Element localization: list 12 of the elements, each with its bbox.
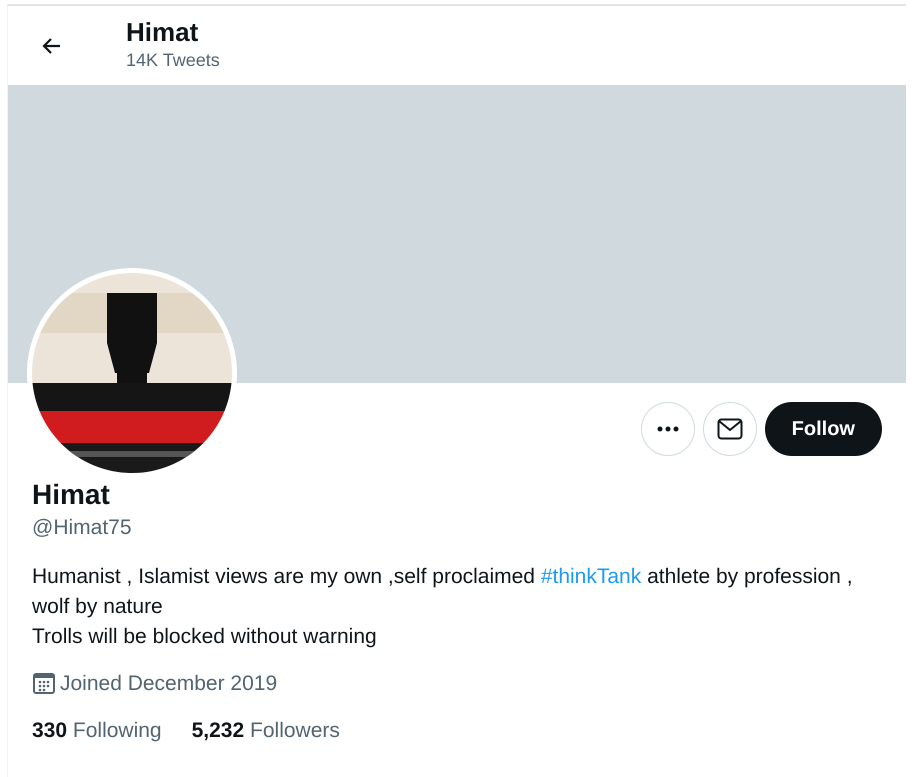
tweet-count: 14K Tweets	[126, 49, 220, 72]
header-title: Himat	[126, 17, 200, 47]
bio-text: Humanist , Islamist views are my own ,self proclaimed #thinkTank athlete by profession , wolf by nature Trolls will be blocked without warning	[32, 564, 854, 650]
calendar-icon	[32, 671, 56, 696]
user-handle: @Himat75	[32, 515, 133, 541]
join-date: Joined December 2019	[60, 670, 278, 696]
envelope-icon	[716, 418, 743, 440]
profile-name: Himat	[32, 478, 111, 512]
stat-link[interactable]: 5,232 Followers	[192, 715, 340, 746]
more-icon	[656, 426, 679, 432]
stat-link[interactable]: 330 Following	[32, 715, 162, 746]
follow-button[interactable]: Follow	[764, 402, 882, 456]
